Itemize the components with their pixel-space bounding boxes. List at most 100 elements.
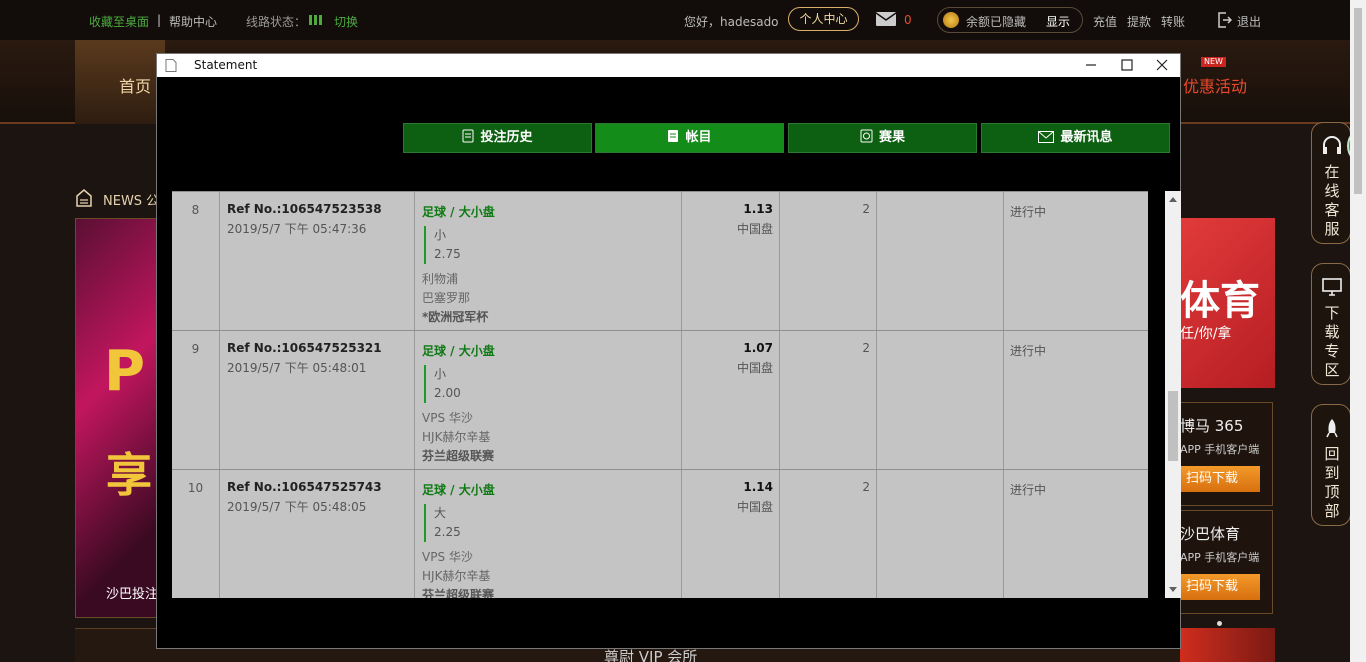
- minimize-icon[interactable]: [1083, 57, 1099, 73]
- app-name: 博马 365: [1180, 417, 1244, 435]
- results-icon: [860, 129, 873, 143]
- lower-right-banner[interactable]: [1180, 628, 1275, 662]
- app-card-1: 博马 365 APP 手机客户端 扫码下载: [1180, 402, 1273, 506]
- profile-button[interactable]: 个人中心: [788, 7, 859, 31]
- greeting: 您好，hadesado: [684, 15, 779, 29]
- bet-history-icon: [462, 129, 474, 143]
- ref-cell: Ref No.:106547523538 2019/5/7 下午 05:47:3…: [220, 192, 415, 331]
- balance-box: 余额已隐藏 显示: [937, 7, 1083, 33]
- maximize-icon[interactable]: [1119, 57, 1135, 73]
- logout-link[interactable]: 退出: [1237, 13, 1261, 30]
- tab-latest-news[interactable]: 最新讯息: [981, 123, 1170, 153]
- close-icon[interactable]: [1154, 57, 1170, 73]
- away-team: HJK赫尔辛基: [422, 430, 491, 444]
- monitor-icon: [1322, 278, 1342, 296]
- scroll-up-icon[interactable]: [1169, 197, 1177, 202]
- app-sub: APP 手机客户端: [1180, 551, 1260, 564]
- withdraw-link[interactable]: 提款: [1127, 13, 1151, 30]
- ref-cell: Ref No.:106547525321 2019/5/7 下午 05:48:0…: [220, 331, 415, 470]
- mail-icon[interactable]: [876, 12, 896, 26]
- ref-number: Ref No.:106547525743: [227, 480, 382, 494]
- side-tab-customer-service[interactable]: 在线客服: [1311, 122, 1351, 244]
- tab-label: 最新讯息: [1060, 130, 1113, 145]
- mail-icon: [1038, 131, 1055, 143]
- app-name: 沙巴体育: [1180, 525, 1241, 543]
- window-title: Statement: [194, 58, 258, 72]
- table-row: 8 Ref No.:106547523538 2019/5/7 下午 05:47…: [172, 191, 1148, 331]
- win-loss-cell: [877, 470, 1004, 598]
- tab-label: 帐目: [685, 130, 712, 145]
- scroll-down-icon[interactable]: [1169, 587, 1177, 592]
- odds-type: 中国盘: [736, 500, 773, 514]
- deposit-link[interactable]: 充值: [1093, 13, 1117, 30]
- coin-icon: [943, 12, 959, 28]
- table-row: 10 Ref No.:106547525743 2019/5/7 下午 05:4…: [172, 469, 1148, 598]
- scan-download-button[interactable]: 扫码下载: [1180, 574, 1260, 600]
- carousel-dot[interactable]: [1217, 621, 1222, 626]
- banner-letter: P: [104, 339, 146, 404]
- logout-icon[interactable]: [1218, 12, 1232, 28]
- status-value: 进行中: [1010, 205, 1047, 219]
- transfer-link[interactable]: 转账: [1161, 13, 1185, 30]
- line-status-label: 线路状态：: [246, 15, 307, 29]
- window-titlebar[interactable]: Statement: [157, 54, 1180, 77]
- scan-download-button[interactable]: 扫码下载: [1180, 466, 1260, 492]
- nav-promotions[interactable]: 优惠活动: [1183, 73, 1247, 97]
- rocket-icon: [1326, 419, 1338, 438]
- headset-icon: [1323, 136, 1341, 154]
- ledger-icon: [668, 130, 679, 142]
- top-bar: 收藏至桌面 | 帮助中心 线路状态： 切换 您好，hadesado 个人中心 0…: [0, 0, 1366, 40]
- banner-caption: 沙巴投注: [106, 587, 159, 602]
- league-name: 芬兰超级联赛: [422, 588, 495, 598]
- add-to-desktop-link[interactable]: 收藏至桌面: [89, 13, 149, 30]
- tab-bet-history[interactable]: 投注历史: [403, 123, 592, 153]
- selection: 小 2.00: [424, 365, 681, 403]
- promo-banner[interactable]: P 享 沙巴投注: [75, 218, 165, 618]
- row-number: 8: [172, 192, 220, 331]
- nav-home-label[interactable]: 首页: [119, 73, 151, 97]
- league-name: *欧洲冠军杯: [422, 310, 489, 324]
- row-number: 10: [172, 470, 220, 598]
- news-icon: [76, 189, 92, 207]
- table-scrollbar[interactable]: [1165, 191, 1181, 598]
- selection: 大 2.25: [424, 504, 681, 542]
- new-badge: NEW: [1201, 57, 1226, 67]
- bet-cell: 足球 / 大小盘 大 2.25 VPS 华沙 HJK赫尔辛基 芬兰超级联赛: [415, 470, 682, 598]
- show-balance-button[interactable]: 显示: [1046, 13, 1070, 30]
- app-card-2: 沙巴体育 APP 手机客户端 扫码下载: [1180, 510, 1273, 614]
- ref-number: Ref No.:106547523538: [227, 202, 382, 216]
- side-tab-download[interactable]: 下载专区: [1311, 263, 1351, 385]
- pick-line: 2.00: [434, 386, 461, 400]
- page-scrollbar[interactable]: [1350, 0, 1366, 662]
- market-label: 足球 / 大小盘: [422, 483, 495, 497]
- app-sub: APP 手机客户端: [1180, 443, 1260, 456]
- odds-type: 中国盘: [736, 361, 773, 375]
- odds-cell: 1.14 中国盘: [682, 470, 780, 598]
- pick-side: 小: [434, 367, 447, 381]
- home-team: 利物浦: [422, 272, 459, 286]
- side-tab-back-to-top[interactable]: 回到顶部: [1311, 404, 1351, 526]
- bet-date: 2019/5/7 下午 05:48:01: [227, 361, 367, 375]
- scroll-thumb[interactable]: [1168, 391, 1178, 461]
- pick-line: 2.75: [434, 247, 461, 261]
- news-label: NEWS 公: [103, 194, 160, 209]
- stake-value: 2: [780, 192, 877, 331]
- odds-type: 中国盘: [736, 222, 773, 236]
- side-tab-label: 回到顶部: [1324, 445, 1340, 520]
- market-label: 足球 / 大小盘: [422, 205, 495, 219]
- sports-banner-title: 体育: [1180, 278, 1260, 324]
- switch-line-link[interactable]: 切换: [334, 13, 358, 30]
- stake-value: 2: [780, 470, 877, 598]
- side-tab-label: 在线客服: [1324, 163, 1340, 238]
- balance-hidden-text: 余额已隐藏: [966, 15, 1027, 29]
- tab-ledger[interactable]: 帐目: [595, 123, 784, 153]
- side-tab-label: 下载专区: [1324, 304, 1340, 379]
- ref-number: Ref No.:106547525321: [227, 341, 382, 355]
- bet-date: 2019/5/7 下午 05:47:36: [227, 222, 367, 236]
- table-row: 9 Ref No.:106547525321 2019/5/7 下午 05:48…: [172, 330, 1148, 470]
- status-value: 进行中: [1010, 344, 1047, 358]
- pick-side: 大: [434, 506, 447, 520]
- tab-results[interactable]: 赛果: [788, 123, 977, 153]
- help-center-link[interactable]: 帮助中心: [169, 13, 217, 30]
- odds-value: 1.14: [743, 480, 773, 494]
